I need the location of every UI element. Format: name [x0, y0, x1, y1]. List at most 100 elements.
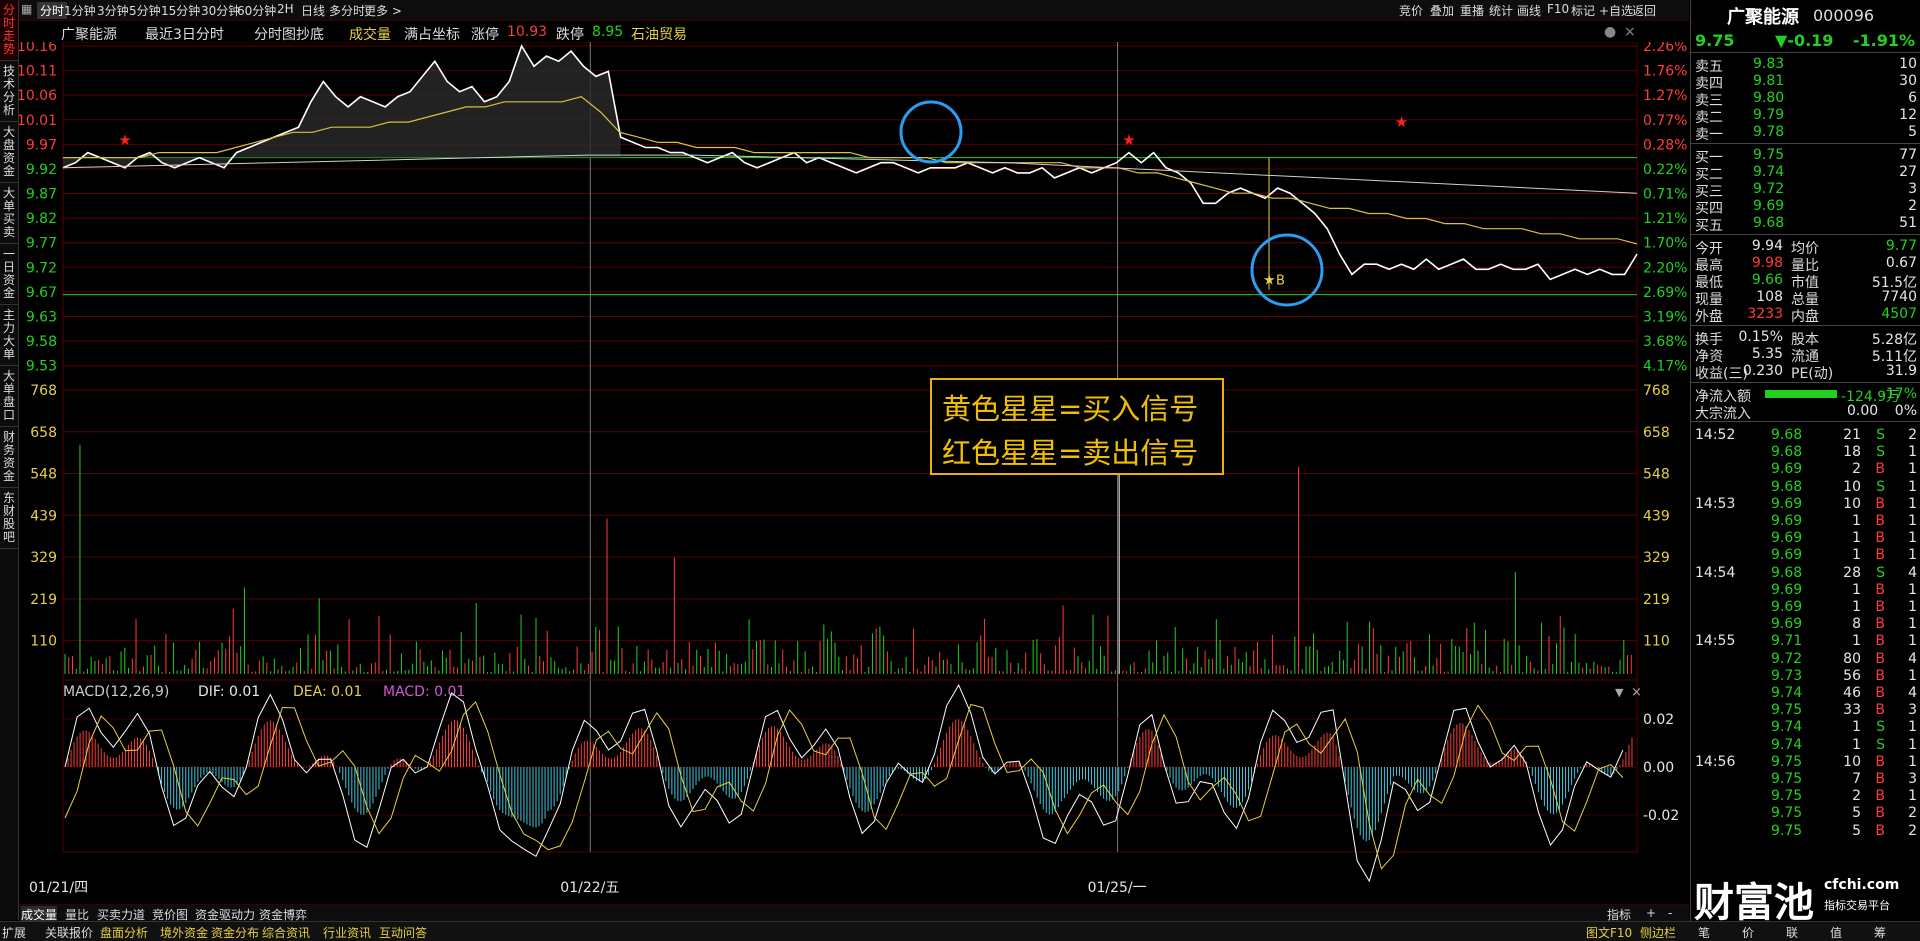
- tick-count: 1: [1908, 616, 1917, 633]
- status-right-0[interactable]: 图文F10: [1586, 924, 1632, 941]
- period-button-8[interactable]: 日线: [301, 2, 325, 19]
- pct-tick-label: 0.28%: [1643, 137, 1687, 153]
- pct-tick-label: 0.77%: [1643, 113, 1687, 129]
- volume-tick-label: 329: [30, 550, 57, 566]
- toolbar-button-7[interactable]: +自选: [1599, 2, 1633, 19]
- toolbar-button-6[interactable]: 标记: [1571, 2, 1595, 19]
- left-tab-0[interactable]: 分时走势: [0, 0, 18, 61]
- chart-area[interactable]: 10.16 10.11 10.06 10.01 9.97 9.92 9.87 9.82 9.77…: [19, 42, 1689, 904]
- status-tab-4[interactable]: 资金分布: [211, 924, 259, 941]
- long-ma-line: [62, 154, 1638, 194]
- bid-row[interactable]: 买一 9.75 77: [1691, 147, 1920, 166]
- status-tab-2[interactable]: 盘面分析: [100, 924, 148, 941]
- period-button-9[interactable]: 多分时: [329, 2, 365, 19]
- toolbar-button-8[interactable]: 返回: [1632, 2, 1656, 19]
- left-tab-8[interactable]: 东财股吧: [0, 488, 18, 549]
- price-tick-label: 9.97: [26, 137, 57, 153]
- period-button-2[interactable]: 3分钟: [97, 2, 129, 19]
- status-tab-1[interactable]: 关联报价: [45, 924, 93, 941]
- left-tab-5[interactable]: 主力大单: [0, 305, 18, 366]
- tick-price: 9.75: [1771, 822, 1803, 839]
- side-tab-3[interactable]: 值: [1830, 924, 1842, 941]
- bid-row[interactable]: 买五 9.68 51: [1691, 215, 1920, 234]
- tick-side: B: [1875, 530, 1885, 547]
- tick-row: 9.69 2 B 1: [1691, 461, 1920, 477]
- bid-row[interactable]: 买四 9.69 2: [1691, 198, 1920, 217]
- period-button-6[interactable]: 60分钟: [237, 2, 276, 19]
- status-right-1[interactable]: 侧边栏: [1640, 924, 1676, 941]
- period-button-0[interactable]: 分时: [37, 2, 68, 19]
- tick-count: 1: [1908, 599, 1917, 615]
- ask-volume: 6: [1908, 90, 1917, 106]
- tick-side: S: [1876, 564, 1885, 581]
- left-tab-1[interactable]: 技术分析: [0, 61, 18, 122]
- ask-row[interactable]: 卖五 9.83 10: [1691, 56, 1920, 75]
- toolbar-button-1[interactable]: 叠加: [1430, 2, 1454, 19]
- tick-price: 9.69: [1771, 547, 1803, 564]
- macd-dropdown-icon[interactable]: ▼: [1615, 686, 1624, 699]
- coord-label[interactable]: 满占坐标: [404, 24, 460, 44]
- status-tab-5[interactable]: 综合资讯: [262, 924, 310, 941]
- signal-legend-box: 黄色星星=买入信号 红色星星=卖出信号: [930, 378, 1224, 475]
- period-button-7[interactable]: 2H: [277, 2, 294, 16]
- settings-dot-icon[interactable]: ●: [1604, 24, 1616, 40]
- tick-volume: 28: [1843, 564, 1861, 581]
- toolbar-button-0[interactable]: 竞价: [1399, 2, 1423, 19]
- left-tab-3[interactable]: 大单买卖: [0, 183, 18, 244]
- tick-row: 9.74 1 S 1: [1691, 737, 1920, 753]
- logo-site: cfchi.com: [1824, 877, 1900, 893]
- indicator-name[interactable]: 分时图抄底: [254, 24, 324, 44]
- left-tab-4[interactable]: 一日资金: [0, 244, 18, 305]
- period-button-10[interactable]: 更多 >: [364, 2, 402, 19]
- price-tick-label: 9.63: [26, 310, 57, 326]
- period-button-3[interactable]: 5分钟: [129, 2, 161, 19]
- price-tick-label: 10.01: [19, 113, 57, 129]
- price-tick-label: 10.16: [19, 42, 57, 55]
- price-tick-label: 9.67: [26, 285, 57, 301]
- toolbar-button-5[interactable]: F10: [1547, 2, 1569, 16]
- tick-row: 9.75 7 B 3: [1691, 771, 1920, 787]
- ask-row[interactable]: 卖四 9.81 30: [1691, 73, 1920, 92]
- bid-row[interactable]: 买二 9.74 27: [1691, 164, 1920, 183]
- tick-row: 9.75 2 B 1: [1691, 788, 1920, 804]
- period-button-4[interactable]: 15分钟: [161, 2, 200, 19]
- stat-value: 9.94: [1751, 238, 1783, 254]
- tick-side: S: [1876, 719, 1885, 736]
- status-tab-7[interactable]: 互动问答: [379, 924, 427, 941]
- close-icon[interactable]: ×: [1624, 24, 1636, 40]
- indicator-control-2[interactable]: -: [1668, 906, 1672, 920]
- dea-label: DEA: 0.01: [293, 684, 362, 700]
- left-tab-2[interactable]: 大盘资金: [0, 122, 18, 183]
- indicator-control-1[interactable]: +: [1646, 906, 1656, 920]
- tick-price: 9.71: [1771, 633, 1803, 650]
- sector-label[interactable]: 石油贸易: [631, 24, 687, 44]
- stat-row: 现量 108 总量 7740: [1691, 289, 1920, 308]
- tick-side: B: [1875, 805, 1885, 822]
- status-tab-6[interactable]: 行业资讯: [323, 924, 371, 941]
- status-tab-0[interactable]: 扩展: [2, 924, 26, 941]
- tick-count: 1: [1908, 719, 1917, 736]
- side-tab-4[interactable]: 筹: [1874, 924, 1886, 941]
- netflow-pct: -17%: [1880, 386, 1917, 402]
- tick-price: 9.73: [1771, 667, 1803, 684]
- toolbar-button-4[interactable]: 画线: [1517, 2, 1541, 19]
- period-button-5[interactable]: 30分钟: [201, 2, 240, 19]
- tick-price: 9.68: [1771, 564, 1803, 581]
- tick-side: B: [1875, 702, 1885, 719]
- tick-time: 14:53: [1695, 495, 1736, 512]
- grid-icon[interactable]: ▦: [21, 2, 32, 16]
- quote-change-pct: -1.91%: [1852, 31, 1915, 50]
- ask-row[interactable]: 卖二 9.79 12: [1691, 107, 1920, 126]
- tick-volume: 8: [1852, 616, 1861, 633]
- toolbar-button-3[interactable]: 统计: [1489, 2, 1513, 19]
- toolbar-button-2[interactable]: 重播: [1460, 2, 1484, 19]
- ask-row[interactable]: 卖三 9.80 6: [1691, 90, 1920, 109]
- status-tab-3[interactable]: 境外资金: [160, 924, 208, 941]
- left-tab-6[interactable]: 大单盘口: [0, 366, 18, 427]
- ask-row[interactable]: 卖一 9.78 5: [1691, 124, 1920, 143]
- bid-row[interactable]: 买三 9.72 3: [1691, 181, 1920, 200]
- macd-close-icon[interactable]: ×: [1631, 685, 1642, 700]
- left-tab-7[interactable]: 财务资金: [0, 427, 18, 488]
- bid-price: 9.75: [1753, 147, 1785, 163]
- period-button-1[interactable]: 1分钟: [64, 2, 96, 19]
